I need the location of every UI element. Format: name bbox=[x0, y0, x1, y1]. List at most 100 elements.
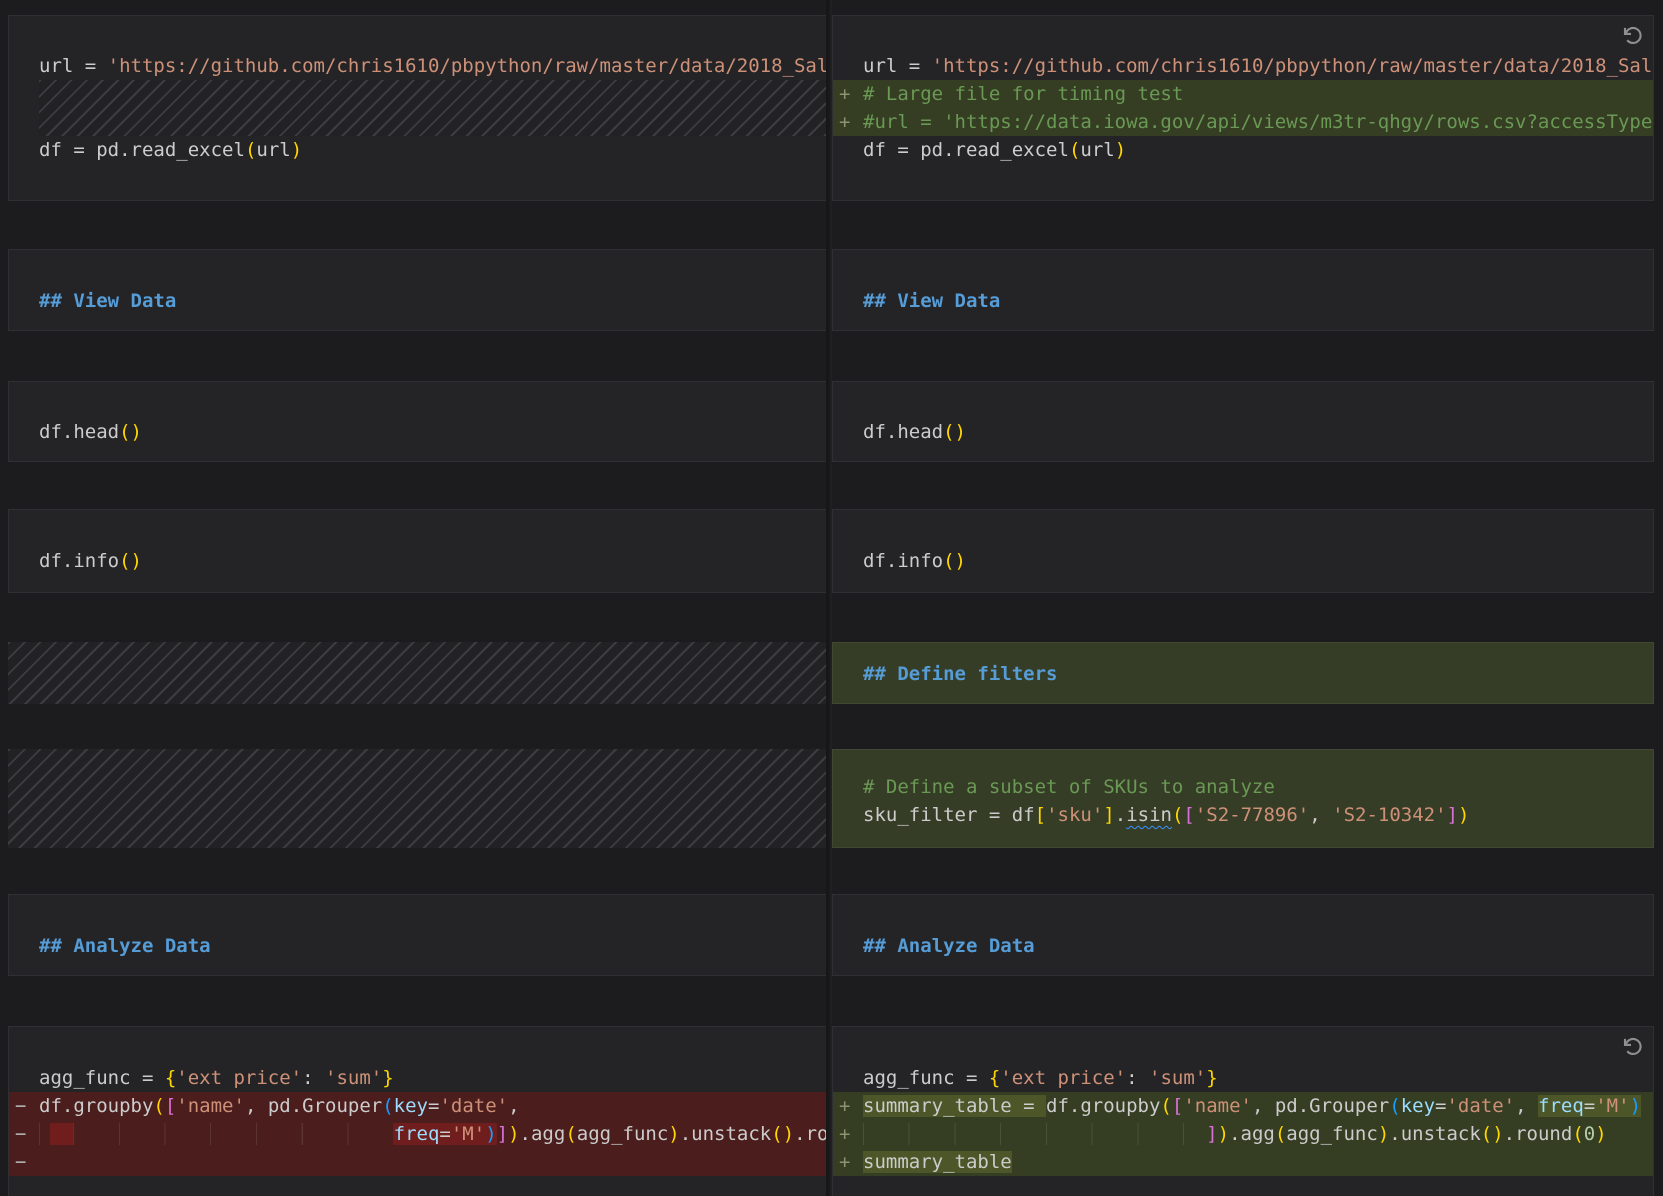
code-token: 'S2-77896' bbox=[1195, 804, 1309, 826]
code-line[interactable]: df.info() bbox=[9, 547, 829, 575]
code-line[interactable]: ## Define filters bbox=[833, 660, 1653, 688]
cell-aggregate-left[interactable]: agg_func = {'ext price': 'sum'}−df.group… bbox=[8, 1026, 830, 1196]
cell-analyze-data-heading-right[interactable]: ## Analyze Data bbox=[832, 894, 1654, 976]
code-line[interactable]: ## View Data bbox=[9, 287, 829, 315]
discard-changes-icon bbox=[1619, 1035, 1643, 1059]
cell-df-head-left[interactable]: df.head() bbox=[8, 381, 830, 462]
code-token: = bbox=[142, 1067, 165, 1089]
code-token: url bbox=[256, 139, 290, 161]
code-token: agg_func bbox=[39, 1067, 142, 1089]
code-token: url bbox=[863, 55, 909, 77]
code-token: agg_func bbox=[1286, 1123, 1378, 1145]
cell-load-data-right[interactable]: url = 'https://github.com/chris1610/pbpy… bbox=[832, 15, 1654, 201]
code-token: 'name' bbox=[1183, 1095, 1252, 1117]
code-line[interactable]: − freq='M')]).agg(agg_func).unstack().ro… bbox=[9, 1120, 829, 1148]
pane-divider[interactable] bbox=[826, 0, 832, 1196]
code-token: ] bbox=[1206, 1123, 1217, 1145]
code-line[interactable]: df.head() bbox=[9, 418, 829, 446]
code-token: 'ext price' bbox=[176, 1067, 302, 1089]
cell-df-info-right[interactable]: df.info() bbox=[832, 509, 1654, 593]
code-token: summary_table bbox=[863, 1151, 1012, 1173]
code-token: df bbox=[863, 139, 897, 161]
code-token: key bbox=[1401, 1095, 1435, 1117]
code-token: 'name' bbox=[176, 1095, 245, 1117]
code-line[interactable]: +summary_table = df.groupby(['name', pd.… bbox=[833, 1092, 1653, 1120]
code-token: ( bbox=[1389, 1095, 1400, 1117]
code-token: .unstack bbox=[680, 1123, 772, 1145]
diff-added-marker: + bbox=[839, 1148, 859, 1176]
cell-df-head-right[interactable]: df.head() bbox=[832, 381, 1654, 462]
code-token: = bbox=[1584, 1095, 1595, 1117]
code-line[interactable]: url = 'https://github.com/chris1610/pbpy… bbox=[833, 52, 1653, 80]
code-token: 'date' bbox=[1446, 1095, 1515, 1117]
code-line[interactable]: +# Large file for timing test bbox=[833, 80, 1653, 108]
cell-view-data-heading-left[interactable]: ## View Data bbox=[8, 249, 830, 331]
code-token: } bbox=[382, 1067, 393, 1089]
code-token: . bbox=[1115, 804, 1126, 826]
code-token: df.groupby bbox=[1046, 1095, 1160, 1117]
code-token: = bbox=[897, 139, 920, 161]
code-token: pd.read_excel bbox=[920, 139, 1069, 161]
code-token: df.info bbox=[863, 550, 943, 572]
code-line[interactable]: ## Analyze Data bbox=[833, 932, 1653, 960]
code-token: url bbox=[39, 55, 85, 77]
code-token: [ bbox=[1172, 1095, 1183, 1117]
code-line[interactable]: + ]).agg(agg_func).unstack().round(0) bbox=[833, 1120, 1653, 1148]
code-token: ## Analyze Data bbox=[39, 935, 211, 957]
code-token: 'https://github.com/chris1610/pbpython/r… bbox=[108, 55, 830, 77]
diff-added-marker: + bbox=[839, 108, 859, 136]
code-token: df.head bbox=[863, 421, 943, 443]
revert-cell-button[interactable] bbox=[1619, 1035, 1643, 1059]
code-line[interactable]: sku_filter = df['sku'].isin(['S2-77896',… bbox=[833, 801, 1653, 829]
code-line[interactable]: df = pd.read_excel(url) bbox=[833, 136, 1653, 164]
code-token: .round bbox=[794, 1123, 830, 1145]
code-line[interactable]: +summary_table bbox=[833, 1148, 1653, 1176]
code-line[interactable]: − bbox=[9, 1148, 829, 1176]
cell-view-data-heading-right[interactable]: ## View Data bbox=[832, 249, 1654, 331]
code-token: ) bbox=[1630, 1095, 1641, 1117]
code-token: 'M' bbox=[451, 1123, 485, 1145]
code-token: 'M' bbox=[1595, 1095, 1629, 1117]
code-token: df.head bbox=[39, 421, 119, 443]
code-token: { bbox=[165, 1067, 176, 1089]
diff-added-marker: + bbox=[839, 1120, 859, 1148]
cell-sku-filter-right[interactable]: # Define a subset of SKUs to analyzesku_… bbox=[832, 749, 1654, 848]
code-token: , bbox=[508, 1095, 519, 1117]
code-line[interactable]: ## Analyze Data bbox=[9, 932, 829, 960]
cell-load-data-left[interactable]: url = 'https://github.com/chris1610/pbpy… bbox=[8, 15, 830, 201]
diff-pane-original: url = 'https://github.com/chris1610/pbpy… bbox=[0, 0, 830, 1196]
code-line[interactable]: df = pd.read_excel(url) bbox=[9, 136, 829, 164]
code-line[interactable]: # Define a subset of SKUs to analyze bbox=[833, 773, 1653, 801]
code-token: ## Define filters bbox=[863, 663, 1057, 685]
code-line[interactable]: df.head() bbox=[833, 418, 1653, 446]
diff-added-marker: + bbox=[839, 1092, 859, 1120]
code-token: , bbox=[1252, 1095, 1275, 1117]
code-line[interactable]: ## View Data bbox=[833, 287, 1653, 315]
code-token: df.groupby bbox=[39, 1095, 153, 1117]
code-token: } bbox=[1206, 1067, 1217, 1089]
code-line[interactable]: −df.groupby(['name', pd.Grouper(key='dat… bbox=[9, 1092, 829, 1120]
code-line[interactable]: +#url = 'https://data.iowa.gov/api/views… bbox=[833, 108, 1653, 136]
cell-aggregate-right[interactable]: agg_func = {'ext price': 'sum'}+summary_… bbox=[832, 1026, 1654, 1196]
code-token: ] bbox=[1103, 804, 1114, 826]
code-line[interactable]: df.info() bbox=[833, 547, 1653, 575]
code-token: # Large file for timing test bbox=[863, 83, 1183, 105]
code-token: .round bbox=[1504, 1123, 1573, 1145]
code-token: freq bbox=[1538, 1095, 1584, 1117]
code-line[interactable]: agg_func = {'ext price': 'sum'} bbox=[9, 1064, 829, 1092]
code-token: ( bbox=[565, 1123, 576, 1145]
code-token: () bbox=[943, 550, 966, 572]
code-token: = bbox=[1435, 1095, 1446, 1117]
cell-analyze-data-heading-left[interactable]: ## Analyze Data bbox=[8, 894, 830, 976]
cell-define-filters-heading-right[interactable]: ## Define filters bbox=[832, 642, 1654, 704]
code-token: = bbox=[85, 55, 108, 77]
code-line[interactable]: agg_func = {'ext price': 'sum'} bbox=[833, 1064, 1653, 1092]
code-token: = bbox=[439, 1123, 450, 1145]
code-token: 0 bbox=[1584, 1123, 1595, 1145]
code-line[interactable]: url = 'https://github.com/chris1610/pbpy… bbox=[9, 52, 829, 80]
cell-df-info-left[interactable]: df.info() bbox=[8, 509, 830, 593]
revert-cell-button[interactable] bbox=[1619, 24, 1643, 48]
code-token: () bbox=[119, 421, 142, 443]
code-token: agg_func bbox=[577, 1123, 669, 1145]
code-token: key bbox=[394, 1095, 428, 1117]
